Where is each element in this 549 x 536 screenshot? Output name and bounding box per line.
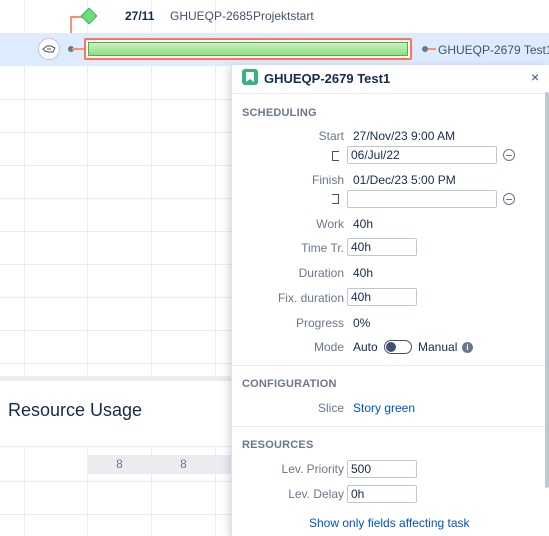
divider (232, 426, 549, 427)
grid-line (0, 165, 231, 166)
lev-delay-input[interactable] (347, 485, 417, 503)
time-tracked-label: Time Tr. (301, 241, 344, 255)
fix-duration-label: Fix. duration (277, 291, 344, 305)
duration-value: 40h (353, 266, 374, 280)
section-title-resources: RESOURCES (242, 439, 314, 451)
work-label: Work (316, 217, 344, 231)
start-value: 27/Nov/23 9:00 AM (353, 129, 456, 143)
slice-link[interactable]: Story green (353, 401, 415, 415)
lev-priority-input[interactable] (347, 460, 417, 478)
grid-line (0, 363, 231, 364)
grid-line (0, 481, 231, 482)
grid-line (24, 448, 25, 536)
info-icon[interactable]: i (462, 342, 473, 353)
task-details-panel: GHUEQP-2679 Test1 × SCHEDULING Start 27/… (231, 65, 549, 536)
grid-line (0, 297, 231, 298)
panel-title[interactable]: GHUEQP-2679 Test1 (264, 71, 390, 86)
slice-label: Slice (317, 401, 344, 415)
divider (232, 93, 549, 94)
dependency-link (428, 48, 436, 50)
lev-delay-label: Lev. Delay (288, 487, 344, 501)
task-bar-label: GHUEQP-2679 Test1 (438, 43, 549, 57)
dependency-link (72, 48, 84, 50)
start-constraint-input[interactable] (347, 146, 497, 164)
grid-line (0, 132, 231, 133)
toggle-knob (386, 342, 396, 352)
work-value: 40h (353, 217, 374, 231)
section-title-scheduling: SCHEDULING (242, 107, 317, 119)
remove-icon[interactable] (503, 149, 515, 161)
grid-line (0, 330, 231, 331)
time-tracked-input[interactable] (347, 238, 417, 256)
resource-usage-cell: 8 (88, 455, 151, 474)
milestone-name: Projektstart (253, 9, 314, 23)
fix-duration-input[interactable] (347, 288, 417, 306)
duration-label: Duration (298, 266, 344, 280)
mode-toggle[interactable] (384, 340, 412, 354)
remove-icon[interactable] (503, 193, 515, 205)
section-title-configuration: CONFIGURATION (242, 378, 337, 390)
grid-line (0, 264, 231, 265)
show-affecting-fields-link[interactable]: Show only fields affecting task (309, 516, 470, 530)
task-bar[interactable] (88, 42, 408, 56)
grid-line (0, 514, 231, 515)
divider (232, 365, 549, 366)
resource-usage-cell (216, 455, 231, 474)
mode-manual-label: Manual (418, 340, 458, 354)
constraint-finish-icon (332, 194, 339, 204)
resource-usage-cell: 8 (152, 455, 215, 474)
grid-line (0, 231, 231, 232)
mode-auto-label: Auto (353, 340, 378, 354)
lev-priority-label: Lev. Priority (281, 462, 344, 476)
grid-line (0, 198, 231, 199)
milestone-date: 27/11 (125, 9, 155, 23)
assign-hand-icon[interactable] (38, 38, 60, 60)
finish-value: 01/Dec/23 5:00 PM (353, 173, 456, 187)
progress-value: 0% (353, 316, 371, 330)
panel-footer: Show only fields affecting task (232, 510, 549, 536)
milestone-key[interactable]: GHUEQP-2685 (170, 9, 253, 23)
panel-header: GHUEQP-2679 Test1 × (232, 65, 549, 93)
close-icon[interactable]: × (531, 69, 539, 85)
finish-label: Finish (311, 173, 344, 187)
resource-usage-title: Resource Usage (8, 400, 143, 420)
finish-constraint-input[interactable] (347, 190, 497, 208)
start-label: Start (318, 129, 344, 143)
milestone-diamond-icon[interactable] (80, 7, 98, 25)
story-bookmark-icon (246, 72, 254, 82)
grid-line (0, 99, 231, 100)
story-icon (242, 69, 258, 85)
constraint-start-icon (332, 151, 339, 161)
mode-label: Mode (313, 340, 344, 354)
assign-hand-icon-svg (42, 45, 56, 53)
panel-scrollbar[interactable] (545, 92, 549, 488)
progress-label: Progress (295, 316, 344, 330)
